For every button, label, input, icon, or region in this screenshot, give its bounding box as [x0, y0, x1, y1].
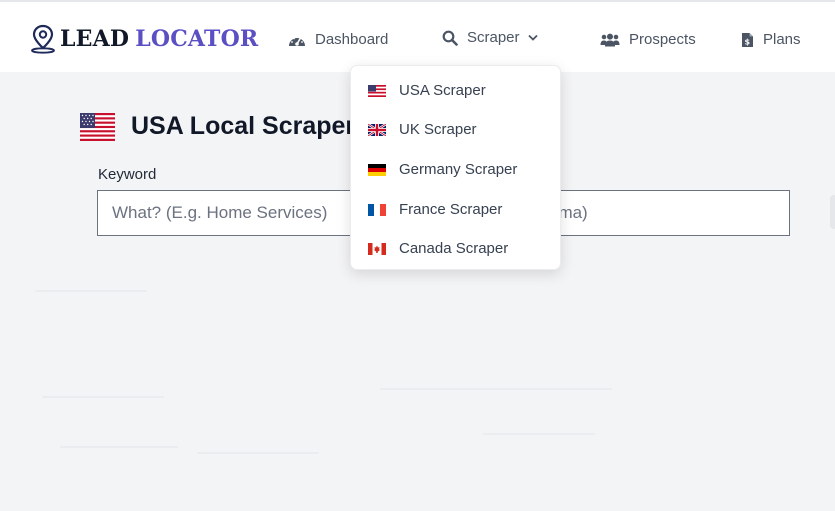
canada-flag-icon — [368, 242, 386, 255]
scraper-dropdown-menu: USA Scraper UK Scraper Germany Scraper F… — [350, 65, 561, 270]
dropdown-item-usa[interactable]: USA Scraper — [368, 82, 486, 99]
dropdown-item-uk[interactable]: UK Scraper — [368, 121, 477, 138]
chevron-down-icon — [527, 34, 538, 41]
placeholder-line — [60, 446, 178, 448]
invoice-icon: $ — [742, 32, 753, 47]
logo-lead: LEAD — [60, 26, 130, 52]
nav-prospects-label: Prospects — [629, 31, 696, 48]
nav-plans[interactable]: $ Plans — [741, 31, 801, 48]
usa-flag-icon — [80, 112, 115, 141]
usa-flag-icon — [368, 84, 386, 97]
nav-plans-label: Plans — [763, 31, 801, 48]
dropdown-item-france[interactable]: France Scraper — [368, 201, 502, 218]
nav-prospects[interactable]: Prospects — [600, 31, 696, 48]
svg-text:$: $ — [745, 37, 751, 46]
side-control-edge[interactable] — [830, 195, 835, 229]
placeholder-line — [380, 388, 612, 390]
dashboard-icon — [289, 37, 305, 46]
logo-locator: LOCATOR — [135, 26, 259, 52]
logo-text: LEAD LOCATOR — [60, 26, 258, 52]
uk-flag-icon — [368, 123, 386, 136]
germany-flag-icon — [368, 163, 386, 176]
nav-scraper[interactable]: Scraper — [442, 29, 538, 46]
nav-scraper-label: Scraper — [467, 29, 520, 46]
placeholder-line — [483, 433, 595, 435]
dropdown-item-label: Germany Scraper — [399, 161, 518, 178]
placeholder-line — [197, 452, 319, 454]
logo[interactable]: LEAD LOCATOR — [30, 24, 258, 54]
users-icon — [600, 33, 620, 46]
dropdown-item-label: UK Scraper — [399, 121, 477, 138]
page-title: USA Local Scraper — [80, 112, 355, 141]
nav-dashboard[interactable]: Dashboard — [288, 31, 388, 48]
map-pin-icon — [31, 24, 55, 54]
nav-dashboard-label: Dashboard — [315, 31, 389, 48]
dropdown-item-label: France Scraper — [399, 201, 503, 218]
top-navbar: LEAD LOCATOR Dashboard Scraper Prospects… — [0, 0, 835, 72]
page-heading: USA Local Scraper — [131, 112, 356, 140]
dropdown-item-label: Canada Scraper — [399, 240, 509, 257]
placeholder-line — [42, 396, 164, 398]
france-flag-icon — [368, 203, 386, 216]
dropdown-item-germany[interactable]: Germany Scraper — [368, 161, 517, 178]
search-icon — [442, 30, 458, 46]
keyword-label: Keyword — [98, 166, 157, 183]
dropdown-item-canada[interactable]: Canada Scraper — [368, 240, 508, 257]
dropdown-item-label: USA Scraper — [399, 82, 486, 99]
placeholder-line — [35, 290, 147, 292]
